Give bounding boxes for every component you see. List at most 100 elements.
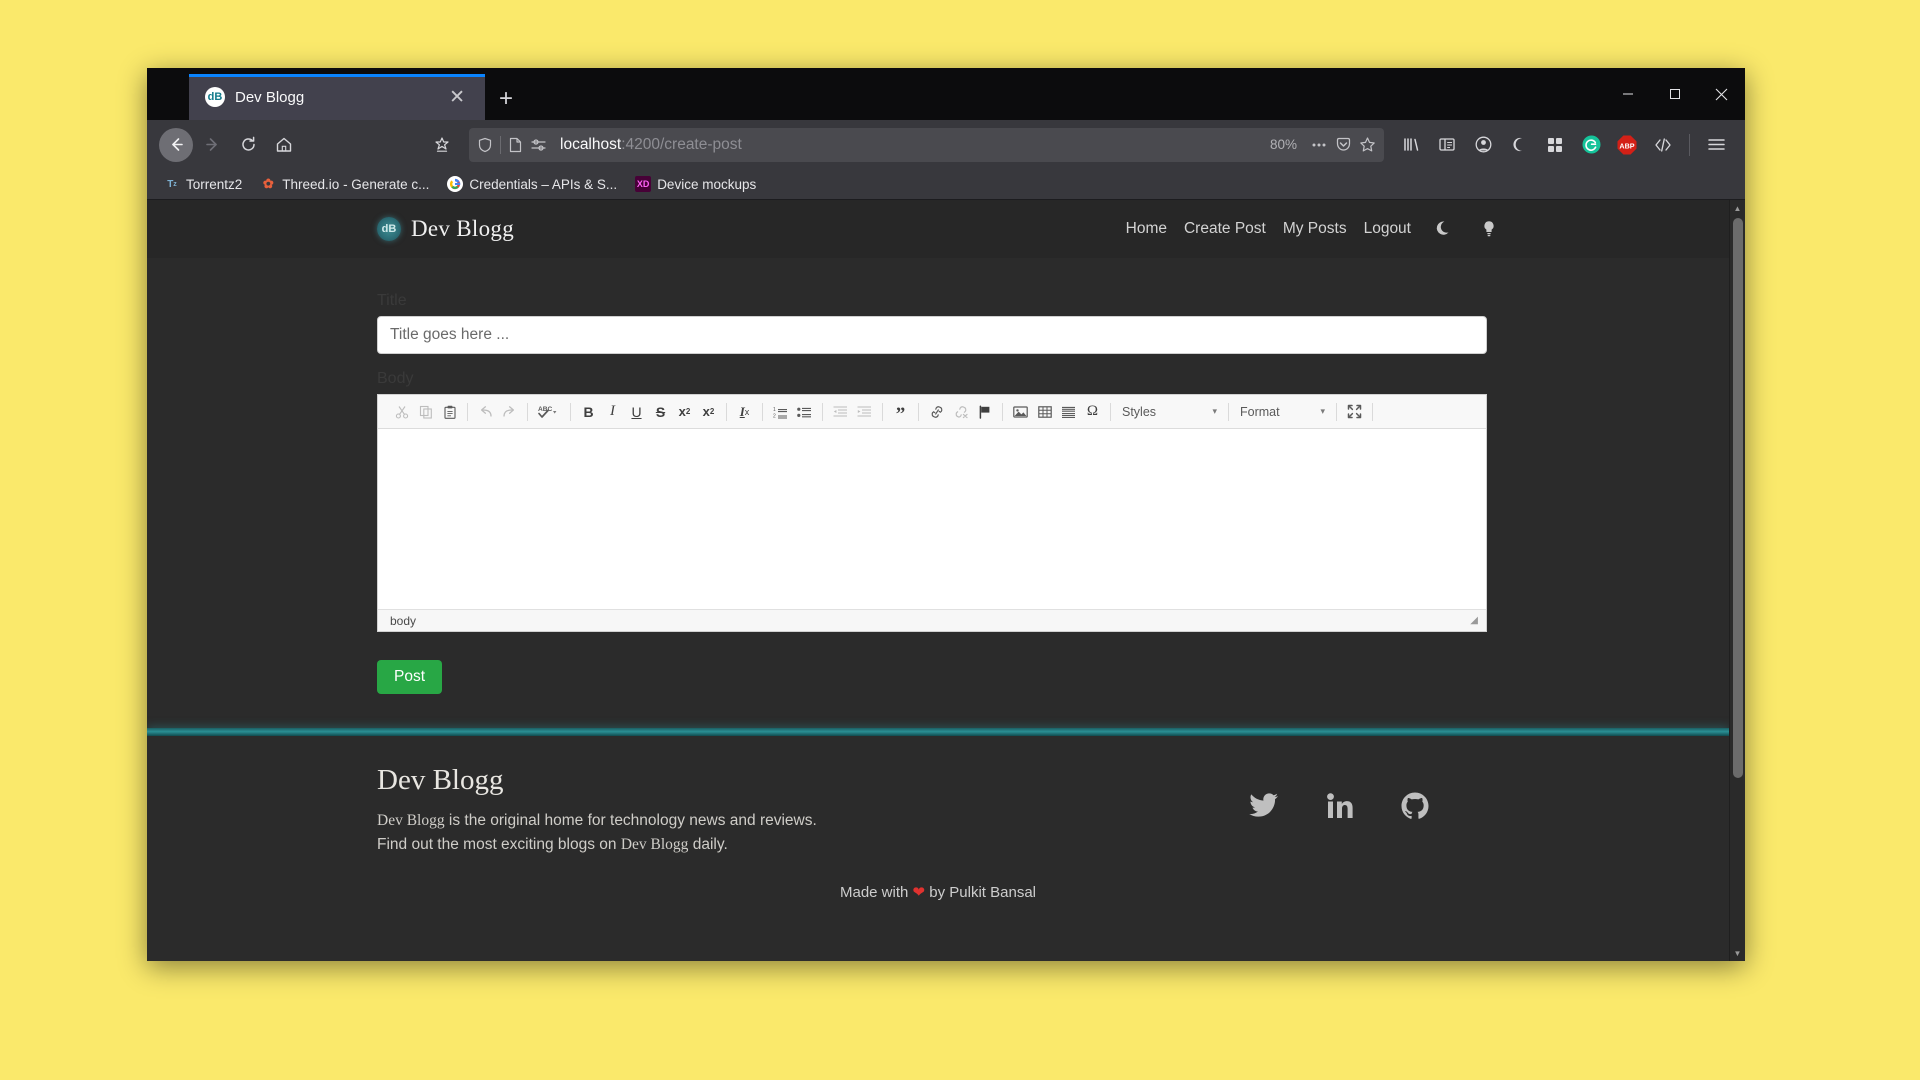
footer-tagline-line2: Find out the most exciting blogs on Dev … [377,833,817,857]
cut-icon[interactable] [390,400,413,424]
indent-icon[interactable] [853,400,876,424]
scroll-up-icon[interactable]: ▲ [1730,200,1746,216]
menu-icon[interactable] [1699,128,1733,162]
twitter-icon[interactable] [1249,793,1279,819]
site-brand[interactable]: dB Dev Blogg [377,216,514,242]
special-char-icon[interactable]: Ω [1081,400,1104,424]
elements-path-body[interactable]: body [390,614,416,628]
window-controls [1604,68,1745,120]
numbered-list-icon[interactable]: 12 [769,400,792,424]
image-icon[interactable] [1009,400,1032,424]
toolbar-separator [1336,402,1337,421]
moon-icon[interactable] [1434,219,1454,239]
redo-icon[interactable] [498,400,521,424]
google-icon [447,176,464,192]
devtools-icon[interactable] [1646,128,1680,162]
account-icon[interactable] [1466,128,1500,162]
bookmark-torrentz2[interactable]: Tz Torrentz2 [157,173,249,195]
library-icon[interactable] [1394,128,1428,162]
grammarly-icon[interactable] [1574,128,1608,162]
adblock-icon[interactable]: ABP [1610,128,1644,162]
scroll-down-icon[interactable]: ▼ [1730,945,1746,961]
remove-format-icon[interactable]: Ix [733,400,756,424]
pocket-icon[interactable] [1335,136,1352,153]
sidebar-icon[interactable] [1430,128,1464,162]
paste-icon[interactable] [438,400,461,424]
spellcheck-icon[interactable]: ABC [534,400,564,424]
bookmark-label: Threed.io - Generate c... [282,176,430,192]
pocket-save-icon[interactable] [425,128,459,162]
linkedin-icon[interactable] [1327,793,1353,819]
new-tab-button[interactable]: + [485,87,527,111]
page-scrollbar[interactable]: ▲ ▼ [1729,200,1745,961]
url-host: localhost [560,135,622,153]
minimize-icon[interactable] [1604,68,1651,120]
shield-icon[interactable] [477,137,493,153]
credit-prefix: Made with [839,884,913,902]
footer-tagline2-pre: Find out the most exciting blogs on [377,836,621,854]
ellipsis-icon[interactable] [1310,137,1328,153]
bookmark-device-mockups[interactable]: XD Device mockups [628,173,763,195]
horizontal-rule-icon[interactable] [1057,400,1080,424]
url-path: :4200/create-post [621,135,742,153]
bold-icon[interactable]: B [577,400,600,424]
close-window-icon[interactable] [1698,68,1745,120]
bookmark-star-icon[interactable] [1359,136,1376,153]
superscript-icon[interactable]: x2 [697,400,720,424]
github-icon[interactable] [1401,792,1429,820]
container-icon[interactable] [1502,128,1536,162]
reload-icon[interactable] [231,128,265,162]
bulleted-list-icon[interactable] [793,400,816,424]
nav-link-home[interactable]: Home [1126,220,1167,238]
extensions-grid-icon[interactable] [1538,128,1572,162]
zoom-level-badge[interactable]: 80% [1264,137,1303,152]
resize-grip-icon[interactable]: ◢ [1470,615,1478,626]
strikethrough-icon[interactable]: S [649,400,672,424]
table-icon[interactable] [1033,400,1056,424]
maximize-icon[interactable] [1343,400,1366,424]
scrollbar-track[interactable] [1730,216,1746,945]
home-icon[interactable] [267,128,301,162]
nav-link-logout[interactable]: Logout [1364,220,1411,238]
close-tab-icon[interactable]: ✕ [441,84,473,111]
tab-title: Dev Blogg [235,88,305,106]
post-button[interactable]: Post [377,660,443,694]
bookmark-credentials[interactable]: Credentials – APIs & S... [440,173,624,195]
title-input[interactable]: Title goes here ... [377,316,1487,354]
footer-brand-name: Dev Blogg [377,764,504,796]
toolbar-separator [527,402,528,421]
nav-link-my-posts[interactable]: My Posts [1283,220,1347,238]
blockquote-icon[interactable]: ” [889,400,912,424]
back-icon[interactable] [159,127,193,162]
bookmark-threed-io[interactable]: ✿ Threed.io - Generate c... [253,173,436,195]
footer-text-block: Dev Blogg Dev Blogg is the original home… [377,764,817,857]
copy-icon[interactable] [414,400,437,424]
undo-icon[interactable] [474,400,497,424]
permissions-icon[interactable] [530,137,547,153]
footer-tagline-rest: is the original home for technology news… [444,812,817,829]
subscript-icon[interactable]: x2 [673,400,696,424]
page-icon[interactable] [508,137,523,153]
ckeditor-content-area[interactable] [378,429,1486,609]
nav-link-create-post[interactable]: Create Post [1184,220,1266,238]
url-text[interactable]: localhost:4200/create-post [554,136,1257,154]
anchor-flag-icon[interactable] [973,400,996,424]
address-bar[interactable]: localhost:4200/create-post 80% [469,127,1384,162]
browser-tab[interactable]: dB Dev Blogg ✕ [189,74,485,120]
forward-icon[interactable] [195,128,229,162]
link-icon[interactable] [925,400,948,424]
site-footer: Dev Blogg Dev Blogg is the original home… [147,736,1729,902]
lightbulb-icon[interactable] [1479,219,1499,239]
svg-text:ABP: ABP [1619,141,1634,150]
italic-icon[interactable]: I [601,400,624,424]
scrollbar-thumb[interactable] [1732,218,1743,778]
create-post-form: Title Title goes here ... Body ABC B I U… [377,258,1499,694]
outdent-icon[interactable] [829,400,852,424]
underline-icon[interactable]: U [625,400,648,424]
styles-dropdown[interactable]: Styles ▾ [1117,401,1222,423]
styles-dropdown-label: Styles [1122,404,1157,419]
format-dropdown[interactable]: Format ▾ [1235,401,1330,423]
unlink-icon[interactable] [949,400,972,424]
toolbar-separator [918,402,919,421]
maximize-window-icon[interactable] [1651,68,1698,120]
